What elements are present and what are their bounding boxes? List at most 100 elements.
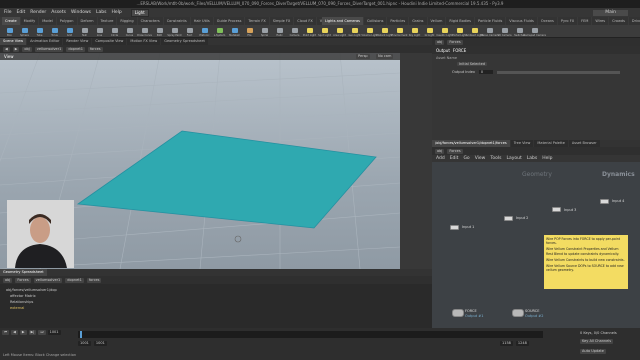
shelf-tool-6[interactable]: Line	[93, 26, 106, 37]
shelf-tool-12[interactable]: Font	[183, 26, 196, 37]
spread-path-dopnet[interactable]: dopnet1	[65, 277, 84, 283]
shelf-tab-right-10[interactable]: FEM	[578, 17, 592, 25]
shelf-tool-11[interactable]: Spray Paint	[167, 26, 182, 37]
shelf-tool-35[interactable]: Gamepad Camera	[523, 26, 546, 37]
shelf-tab-right-12[interactable]: Crowds	[609, 17, 628, 25]
param-path-forces[interactable]: Forces	[447, 39, 463, 45]
menu-edit[interactable]: Edit	[17, 10, 26, 15]
net-tab-0[interactable]: /obj/forces/vellumsolver1/dopnet1/forces	[432, 140, 510, 147]
shelf-tool-0[interactable]: Box	[3, 26, 16, 37]
shelf-tab-2[interactable]: Model	[39, 17, 56, 25]
shelf-tool-26[interactable]: Environment	[392, 26, 407, 37]
back-button[interactable]: ◀	[3, 46, 10, 52]
left-pane-tab-1[interactable]: Animation Editor	[27, 38, 63, 45]
path-node-1[interactable]: vellumsolver1	[34, 46, 64, 52]
output-index-slider[interactable]	[496, 70, 620, 74]
shelf-tool-25[interactable]: Distant Light	[376, 26, 393, 37]
shelf-tab-right-7[interactable]: Viscous Fluids	[506, 17, 537, 25]
shelf-tool-27[interactable]: Sky Light	[408, 26, 421, 37]
playhead[interactable]	[80, 331, 82, 338]
shelf-tab-right-11[interactable]: Wires	[592, 17, 609, 25]
shelf-tool-31[interactable]: Ambient Light	[466, 26, 483, 37]
jump-start-button[interactable]: ⏮	[2, 330, 10, 335]
end-frame-field-2[interactable]: 1248	[515, 341, 529, 346]
shelf-tool-3[interactable]: Torus	[48, 26, 61, 37]
shelf-tool-9[interactable]: Draw Curve	[137, 26, 152, 37]
net-menu-4[interactable]: Tools	[490, 156, 501, 161]
shelf-tool-21[interactable]: Spot Light	[318, 26, 331, 37]
cloth-grid-mesh[interactable]	[76, 130, 377, 229]
start-frame-field[interactable]: 1001	[78, 341, 91, 346]
shelf-tool-4[interactable]: Grid	[63, 26, 76, 37]
shelf-tool-24[interactable]: Volume Light	[361, 26, 378, 37]
left-pane-tab-5[interactable]: Geometry Spreadsheet	[161, 38, 208, 45]
shelf-tool-2[interactable]: Tube	[33, 26, 46, 37]
spread-path-solver[interactable]: vellumsolver1	[33, 277, 63, 283]
net-menu-2[interactable]: Go	[463, 156, 469, 161]
current-frame-field[interactable]: 1001	[47, 330, 61, 335]
jump-end-button[interactable]: ⏭	[38, 330, 46, 335]
net-menu-6[interactable]: Labs	[527, 156, 537, 161]
shelf-tool-23[interactable]: Geo Light	[348, 26, 361, 37]
input-node-2[interactable]	[504, 216, 513, 221]
main-dropdown[interactable]: Main	[593, 9, 628, 16]
shelf-tool-32[interactable]: Stereo Camera	[480, 26, 499, 37]
shelf-tab-13[interactable]: Cloud FX	[294, 17, 316, 25]
output-force-node[interactable]	[452, 309, 464, 317]
left-pane-tab-3[interactable]: Composite View	[92, 38, 127, 45]
shelf-tab-0[interactable]: Create	[2, 17, 20, 25]
output-source-node[interactable]	[512, 309, 524, 317]
shelf-tab-3[interactable]: Polygon	[56, 17, 77, 25]
shelf-tab-right-3[interactable]: Grains	[409, 17, 427, 25]
net-path-obj[interactable]: obj	[435, 148, 445, 154]
menu-file[interactable]: File	[4, 10, 12, 15]
shelf-tab-right-1[interactable]: Collisions	[363, 17, 387, 25]
net-menu-3[interactable]: View	[475, 156, 486, 161]
shelf-tab-4[interactable]: Deform	[77, 17, 97, 25]
shelf-tool-29[interactable]: Caustic Light	[436, 26, 453, 37]
auto-update-button[interactable]: Auto Update	[580, 349, 606, 354]
net-tab-1[interactable]: Tree View	[510, 140, 534, 147]
tab-geometry-spreadsheet[interactable]: Geometry Spreadsheet	[0, 269, 47, 276]
shelf-tab-right-0[interactable]: Lights and Cameras	[322, 17, 363, 25]
tree-external[interactable]: external	[6, 305, 426, 311]
left-pane-tab-2[interactable]: Render View	[63, 38, 92, 45]
shelf-tool-14[interactable]: L-System	[213, 26, 226, 37]
spread-path-obj[interactable]: obj	[3, 277, 13, 283]
path-obj[interactable]: obj	[22, 46, 32, 52]
shelf-tab-8[interactable]: Constraints	[163, 17, 190, 25]
shelf-tool-20[interactable]: Point Light	[303, 26, 316, 37]
play-button[interactable]: ▶	[19, 330, 27, 335]
persp-menu[interactable]: Persp	[356, 54, 370, 59]
shelf-tab-6[interactable]: Rigging	[117, 17, 137, 25]
shelf-tool-22[interactable]: Area Light	[333, 26, 346, 37]
end-frame-field[interactable]: 1158	[500, 341, 513, 346]
net-menu-1[interactable]: Edit	[450, 156, 459, 161]
output-index-field[interactable]: 0	[478, 70, 493, 74]
net-tab-2[interactable]: Material Palette	[534, 140, 568, 147]
input-node-1[interactable]	[450, 225, 459, 230]
input-node-4[interactable]	[600, 199, 609, 204]
shelf-tab-right-4[interactable]: Vellum	[427, 17, 446, 25]
shelf-tab-7[interactable]: Characters	[137, 17, 163, 25]
menu-assets[interactable]: Assets	[51, 10, 66, 15]
sticky-note[interactable]: Wire POP Forces into FORCE to apply per-…	[544, 235, 628, 289]
shelf-tab-5[interactable]: Texture	[97, 17, 117, 25]
net-tab-3[interactable]: Asset Browser	[568, 140, 600, 147]
net-menu-7[interactable]: Help	[542, 156, 552, 161]
left-pane-tab-0[interactable]: Scene View	[0, 38, 27, 45]
shelf-tab-11[interactable]: Terrain FX	[245, 17, 269, 25]
input-node-3[interactable]	[552, 207, 561, 212]
path-node-3[interactable]: forces	[87, 46, 103, 52]
shelf-tool-19[interactable]: Camera	[288, 26, 301, 37]
shelf-tool-30[interactable]: Portal Light	[452, 26, 467, 37]
shelf-tool-15[interactable]: Metaball	[228, 26, 241, 37]
step-forward-button[interactable]: ▶|	[28, 330, 37, 335]
shelf-tab-1[interactable]: Modify	[20, 17, 39, 25]
menu-windows[interactable]: Windows	[71, 10, 91, 15]
node-name[interactable]: FORCE	[453, 48, 466, 53]
desktop-selector[interactable]: Light	[130, 8, 149, 17]
initial-selected-button[interactable]: Initial Selected	[457, 62, 487, 66]
shelf-tool-1[interactable]: Sphere	[18, 26, 31, 37]
shelf-tool-18[interactable]: Helix	[273, 26, 286, 37]
